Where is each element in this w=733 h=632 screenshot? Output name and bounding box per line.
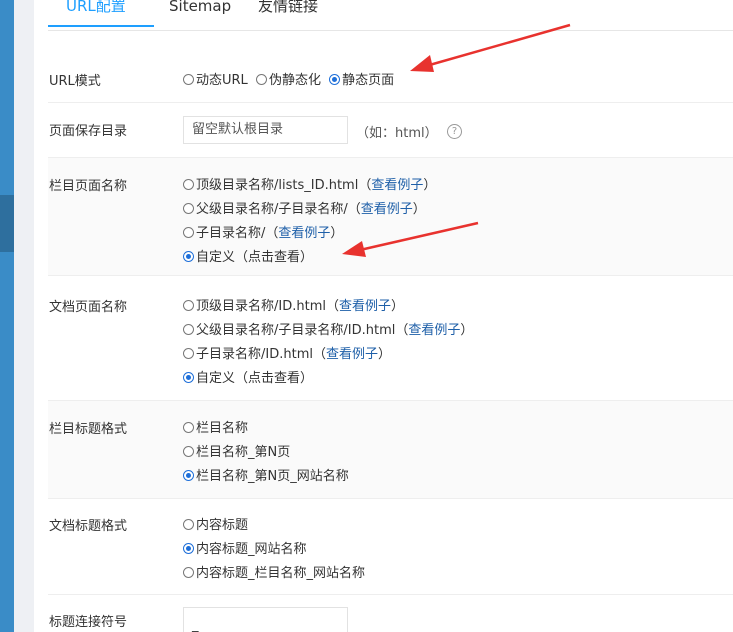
radio-icon[interactable] <box>183 567 194 578</box>
tab-url-config[interactable]: URL配置 <box>48 0 154 27</box>
column-page-option[interactable]: 父级目录名称/子目录名称/（查看例子） <box>183 198 426 217</box>
title-separator-label: 标题连接符号 <box>49 615 128 630</box>
url-mode-option-dynamic[interactable]: 动态URL <box>183 73 248 88</box>
doc-title-option[interactable]: 内容标题 <box>183 514 248 533</box>
radio-checked-icon[interactable] <box>183 251 194 262</box>
radio-icon[interactable] <box>183 74 194 85</box>
example-link[interactable]: 查看例子 <box>278 226 330 241</box>
sidebar-active-item[interactable] <box>0 195 14 252</box>
column-page-option[interactable]: 子目录名称/（查看例子） <box>183 222 343 241</box>
radio-icon[interactable] <box>183 227 194 238</box>
column-title-format-label: 栏目标题格式 <box>49 422 128 437</box>
view-link[interactable]: 点击查看 <box>248 371 300 386</box>
example-link[interactable]: 查看例子 <box>371 178 423 193</box>
radio-checked-icon[interactable] <box>183 543 194 554</box>
radio-icon[interactable] <box>183 179 194 190</box>
column-title-format-row: 栏目标题格式 栏目名称 栏目名称_第N页 栏目名称_第N页_网站名称 <box>48 401 733 498</box>
left-sidebar <box>0 0 14 632</box>
doc-title-option[interactable]: 内容标题_网站名称 <box>183 538 307 557</box>
save-dir-input[interactable]: 留空默认根目录 <box>183 116 348 144</box>
doc-page-name-label: 文档页面名称 <box>49 300 128 315</box>
tab-bar: URL配置 Sitemap 友情链接 <box>48 0 733 31</box>
url-mode-row: URL模式 动态URL 伪静态化 静态页面 <box>48 55 733 102</box>
save-dir-hint: （如：html） <box>356 126 438 141</box>
radio-icon[interactable] <box>183 203 194 214</box>
radio-icon[interactable] <box>183 300 194 311</box>
doc-page-option-custom[interactable]: 自定义（点击查看） <box>183 367 313 386</box>
radio-icon[interactable] <box>183 348 194 359</box>
radio-icon[interactable] <box>255 74 267 85</box>
example-link[interactable]: 查看例子 <box>326 347 378 362</box>
column-title-option[interactable]: 栏目名称 <box>183 417 248 436</box>
url-mode-option-static[interactable]: 静态页面 <box>329 73 394 88</box>
radio-icon[interactable] <box>183 446 194 457</box>
url-mode-label: URL模式 <box>49 74 101 89</box>
radio-checked-icon[interactable] <box>329 74 341 85</box>
column-page-option[interactable]: 顶级目录名称/lists_ID.html（查看例子） <box>183 174 436 193</box>
example-link[interactable]: 查看例子 <box>361 202 413 217</box>
doc-title-option[interactable]: 内容标题_栏目名称_网站名称 <box>183 562 365 581</box>
url-mode-radio-group: 动态URL 伪静态化 静态页面 <box>183 69 394 88</box>
column-page-option-custom[interactable]: 自定义（点击查看） <box>183 246 313 265</box>
question-icon[interactable]: ? <box>447 124 462 139</box>
title-separator-row: 标题连接符号 _ <box>48 595 733 632</box>
doc-page-option[interactable]: 子目录名称/ID.html（查看例子） <box>183 343 391 362</box>
tab-sitemap[interactable]: Sitemap <box>169 0 231 27</box>
column-page-name-label: 栏目页面名称 <box>49 179 128 194</box>
radio-icon[interactable] <box>183 519 194 530</box>
radio-icon[interactable] <box>183 422 194 433</box>
save-dir-row: 页面保存目录 留空默认根目录 （如：html） ? <box>48 103 733 157</box>
view-link[interactable]: 点击查看 <box>248 250 300 265</box>
radio-checked-icon[interactable] <box>183 372 194 383</box>
save-dir-label: 页面保存目录 <box>49 124 128 139</box>
column-title-option[interactable]: 栏目名称_第N页 <box>183 441 290 460</box>
doc-page-option[interactable]: 父级目录名称/子目录名称/ID.html（查看例子） <box>183 319 473 338</box>
doc-page-name-row: 文档页面名称 顶级目录名称/ID.html（查看例子） 父级目录名称/子目录名称… <box>48 276 733 400</box>
doc-title-format-row: 文档标题格式 内容标题 内容标题_网站名称 内容标题_栏目名称_网站名称 <box>48 499 733 594</box>
column-page-name-row: 栏目页面名称 顶级目录名称/lists_ID.html（查看例子） 父级目录名称… <box>48 158 733 275</box>
example-link[interactable]: 查看例子 <box>408 323 460 338</box>
radio-checked-icon[interactable] <box>183 470 194 481</box>
doc-page-option[interactable]: 顶级目录名称/ID.html（查看例子） <box>183 295 404 314</box>
main-content: URL配置 Sitemap 友情链接 URL模式 动态URL 伪静态化 静态页面… <box>34 0 733 632</box>
url-mode-option-pseudo-static[interactable]: 伪静态化 <box>255 73 321 88</box>
doc-title-format-label: 文档标题格式 <box>49 519 128 534</box>
radio-icon[interactable] <box>183 324 194 335</box>
tab-friend-links[interactable]: 友情链接 <box>258 0 318 27</box>
left-gutter <box>14 0 34 632</box>
column-title-option[interactable]: 栏目名称_第N页_网站名称 <box>183 465 349 484</box>
example-link[interactable]: 查看例子 <box>339 299 391 314</box>
title-separator-input[interactable]: _ <box>183 607 348 632</box>
